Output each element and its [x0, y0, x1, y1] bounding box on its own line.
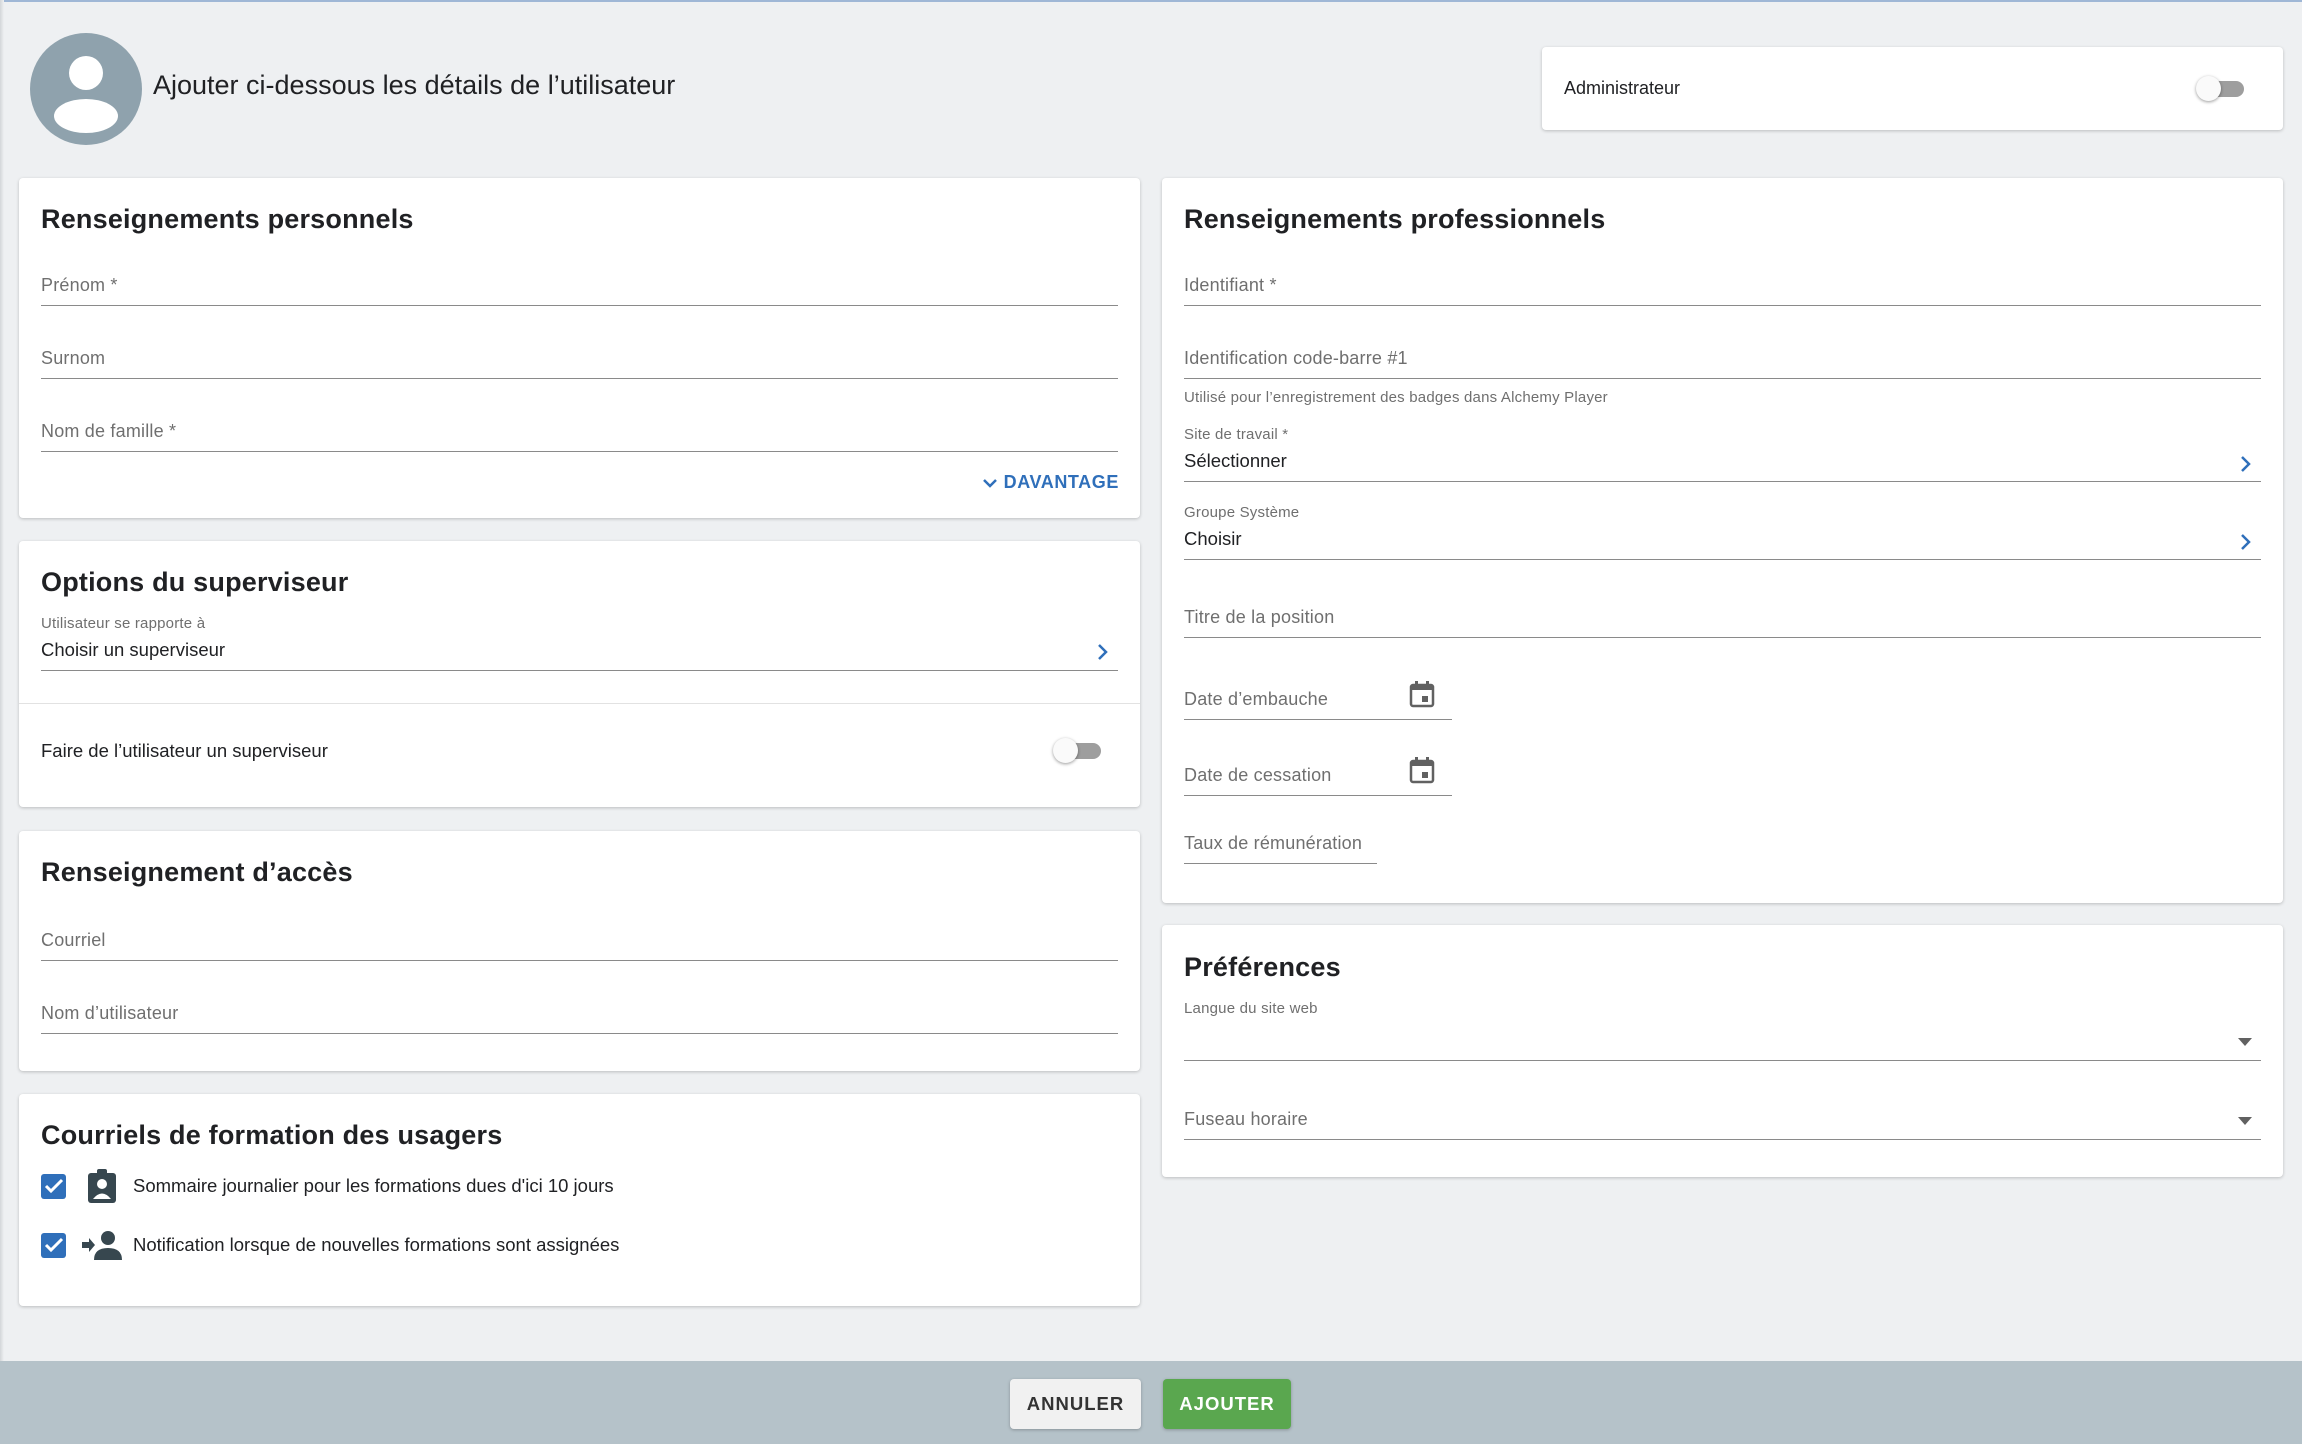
- cancel-button[interactable]: ANNULER: [1010, 1379, 1141, 1429]
- personal-info-card: Renseignements personnels Prénom * Surno…: [19, 178, 1140, 518]
- pay-rate-input[interactable]: Taux de rémunération: [1184, 824, 1377, 864]
- daily-summary-label: Sommaire journalier pour les formations …: [133, 1175, 614, 1196]
- access-title: Renseignement d’accès: [41, 857, 353, 887]
- left-shade: [0, 0, 4, 1444]
- training-emails-title: Courriels de formation des usagers: [41, 1120, 503, 1150]
- language-select[interactable]: [1184, 1017, 2261, 1061]
- checkmark-icon: [44, 1237, 63, 1253]
- chevron-down-icon: [982, 478, 997, 488]
- professional-info-title: Renseignements professionnels: [1184, 204, 1606, 234]
- training-emails-card: Courriels de formation des usagers Somma…: [19, 1094, 1140, 1306]
- nickname-input[interactable]: Surnom: [41, 339, 1118, 379]
- more-button[interactable]: DAVANTAGE: [982, 472, 1119, 493]
- supervisor-card: Options du superviseur Utilisateur se ra…: [19, 541, 1140, 807]
- reports-to-select[interactable]: Choisir un superviseur: [41, 629, 1118, 671]
- language-label: Langue du site web: [1184, 1000, 1318, 1017]
- hire-date-input[interactable]: Date d’embauche: [1184, 674, 1452, 720]
- make-supervisor-label: Faire de l’utilisateur un superviseur: [41, 740, 328, 761]
- add-button[interactable]: AJOUTER: [1163, 1379, 1291, 1429]
- daily-summary-checkbox[interactable]: [41, 1173, 66, 1199]
- system-group-select[interactable]: Choisir: [1184, 518, 2261, 560]
- assignment-ind-icon: [81, 1168, 123, 1204]
- admin-toggle[interactable]: [2196, 75, 2246, 101]
- personal-info-title: Renseignements personnels: [41, 204, 414, 234]
- make-supervisor-toggle[interactable]: [1053, 737, 1103, 763]
- divider: [19, 703, 1140, 704]
- top-border: [0, 0, 2302, 2]
- admin-toggle-card: Administrateur: [1542, 47, 2283, 130]
- person-arrow-icon: [81, 1227, 123, 1263]
- calendar-icon[interactable]: [1409, 680, 1435, 708]
- new-assignment-label: Notification lorsque de nouvelles format…: [133, 1234, 620, 1255]
- daily-summary-row: Sommaire journalier pour les formations …: [41, 1168, 614, 1204]
- position-title-input[interactable]: Titre de la position: [1184, 596, 2261, 638]
- dropdown-arrow-icon: [2238, 1038, 2252, 1046]
- admin-label: Administrateur: [1564, 78, 1681, 98]
- footer-bar: ANNULER AJOUTER: [0, 1361, 2302, 1444]
- first-name-input[interactable]: Prénom *: [41, 266, 1118, 306]
- access-card: Renseignement d’accès Courriel Nom d’uti…: [19, 831, 1140, 1071]
- preferences-title: Préférences: [1184, 952, 1341, 982]
- last-name-input[interactable]: Nom de famille *: [41, 412, 1118, 452]
- new-assignment-row: Notification lorsque de nouvelles format…: [41, 1227, 619, 1263]
- timezone-select[interactable]: Fuseau horaire: [1184, 1096, 2261, 1140]
- barcode-input[interactable]: Identification code-barre #1: [1184, 339, 2261, 379]
- chevron-right-icon: [1098, 644, 1108, 660]
- chevron-right-icon: [2241, 456, 2251, 472]
- termination-date-input[interactable]: Date de cessation: [1184, 750, 1452, 796]
- avatar[interactable]: [30, 33, 142, 145]
- dropdown-arrow-icon: [2238, 1117, 2252, 1125]
- supervisor-title: Options du superviseur: [41, 567, 349, 597]
- identifier-input[interactable]: Identifiant *: [1184, 266, 2261, 306]
- barcode-hint: Utilisé pour l’enregistrement des badges…: [1184, 389, 1608, 406]
- username-input[interactable]: Nom d’utilisateur: [41, 992, 1118, 1034]
- page-title: Ajouter ci-dessous les détails de l’util…: [153, 70, 676, 100]
- preferences-card: Préférences Langue du site web Fuseau ho…: [1162, 925, 2283, 1177]
- new-assignment-checkbox[interactable]: [41, 1232, 66, 1258]
- calendar-icon[interactable]: [1409, 756, 1435, 784]
- email-input[interactable]: Courriel: [41, 919, 1118, 961]
- checkmark-icon: [44, 1178, 63, 1194]
- worksite-select[interactable]: Sélectionner: [1184, 440, 2261, 482]
- professional-info-card: Renseignements professionnels Identifian…: [1162, 178, 2283, 903]
- user-avatar-icon: [54, 56, 118, 133]
- chevron-right-icon: [2241, 534, 2251, 550]
